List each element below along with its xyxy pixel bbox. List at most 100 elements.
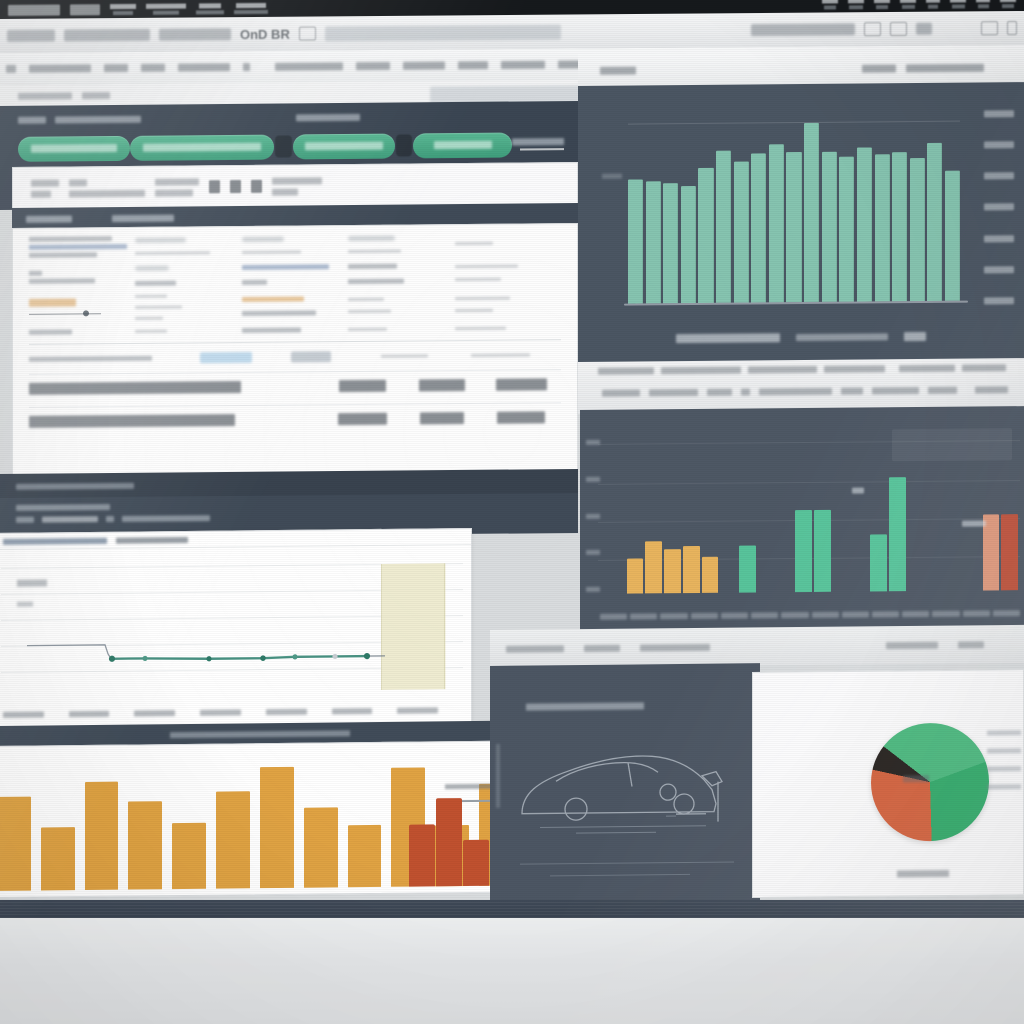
table-row[interactable]	[29, 232, 561, 258]
nav-item-3[interactable]	[141, 63, 165, 72]
table-row[interactable]	[29, 262, 561, 287]
tab-group-2[interactable]	[159, 28, 231, 41]
mixed-header-item-5[interactable]	[899, 364, 955, 373]
profile-icon[interactable]	[890, 21, 907, 37]
mixed-bar-value-label-2	[962, 520, 986, 527]
filter-field-3[interactable]	[155, 177, 199, 197]
table-cell	[348, 297, 454, 314]
tab-group-1[interactable]	[64, 28, 150, 42]
table-row[interactable]	[29, 291, 561, 321]
nav-item-2[interactable]	[104, 63, 128, 73]
bar	[892, 152, 908, 302]
tab-strip-note[interactable]	[512, 138, 564, 151]
bar	[804, 123, 820, 303]
mixed-header-item-4[interactable]	[824, 365, 886, 373]
os-window-controls[interactable]	[70, 3, 100, 15]
list-item[interactable]	[765, 699, 907, 700]
lower-bar-label-5	[958, 640, 984, 649]
bar	[664, 548, 681, 594]
os-label-4[interactable]	[234, 2, 268, 14]
menu-icon[interactable]	[1007, 21, 1017, 36]
back-forward-controls[interactable]	[7, 29, 55, 42]
bar	[874, 154, 890, 302]
os-bar-spacer	[278, 4, 812, 8]
green-chart-action-2[interactable]	[906, 63, 984, 72]
os-right-icon-6[interactable]	[950, 0, 966, 9]
tab-4[interactable]	[413, 132, 512, 158]
tab-1[interactable]	[18, 135, 131, 162]
nav-item-8[interactable]	[403, 61, 445, 70]
mixed-chart-legend	[892, 428, 1012, 462]
nav-item-9[interactable]	[458, 61, 488, 70]
mixed-bar-value-label	[852, 487, 864, 494]
x-tick	[600, 613, 628, 620]
address-bar[interactable]	[324, 24, 561, 41]
nav-item-7[interactable]	[356, 61, 390, 71]
mixed-header-item-6[interactable]	[961, 364, 1007, 372]
list-item[interactable]	[765, 699, 907, 700]
table-cell	[241, 327, 348, 333]
mixed-chart-header	[578, 358, 1024, 414]
green-bar-chart-plot	[628, 113, 961, 304]
os-right-icon-7[interactable]	[976, 0, 990, 8]
mixed-chart-x-axis	[600, 610, 1021, 624]
tab-2[interactable]	[130, 134, 275, 161]
share-icon[interactable]	[941, 22, 951, 36]
building-icon-3[interactable]	[251, 179, 262, 193]
y-tick	[984, 297, 1014, 305]
bar	[909, 158, 925, 302]
y-tick	[586, 439, 600, 445]
table-row[interactable]	[29, 402, 561, 440]
bookmark-icon[interactable]	[864, 22, 881, 37]
table-cell	[135, 329, 241, 333]
nav-item-10[interactable]	[501, 60, 545, 70]
table-cell	[241, 236, 348, 254]
os-right-icon-2[interactable]	[848, 0, 864, 9]
nav-item-6[interactable]	[275, 62, 343, 71]
bar	[821, 151, 837, 302]
line-chart-meta	[116, 536, 188, 544]
nav-item-0[interactable]	[6, 64, 16, 73]
os-label-1[interactable]	[110, 3, 136, 15]
x-tick	[134, 710, 200, 725]
list-item[interactable]	[765, 699, 907, 700]
breadcrumb-item-2[interactable]	[82, 91, 110, 99]
os-right-icon-4[interactable]	[900, 0, 916, 9]
building-icon[interactable]	[209, 180, 220, 194]
nav-item-4[interactable]	[178, 63, 230, 72]
os-right-icon-1[interactable]	[822, 0, 838, 10]
breadcrumb-item-1[interactable]	[18, 91, 72, 100]
mixed-header-item-3[interactable]	[748, 365, 818, 374]
line-chart-title	[3, 537, 107, 545]
mixed-header-item-2[interactable]	[660, 366, 742, 375]
x-tick	[265, 708, 332, 723]
table-row[interactable]	[29, 325, 561, 335]
line-chart-controls[interactable]	[16, 512, 562, 523]
table-cell	[29, 412, 323, 433]
nav-item-5[interactable]	[243, 63, 250, 72]
building-icon-2[interactable]	[230, 180, 241, 194]
os-right-icon-3[interactable]	[874, 0, 890, 9]
os-label-2[interactable]	[146, 3, 186, 15]
panel-title	[18, 116, 46, 124]
green-chart-action-1[interactable]	[862, 64, 896, 73]
y-tick	[984, 110, 1014, 118]
table-row[interactable]	[29, 369, 561, 407]
filter-field-2[interactable]	[69, 178, 145, 198]
filter-field-1[interactable]	[31, 179, 59, 198]
cart-icon[interactable]	[960, 21, 972, 35]
list-item[interactable]	[765, 699, 907, 700]
mixed-header-item-1[interactable]	[598, 367, 654, 375]
tab-3[interactable]	[292, 133, 396, 159]
list-item[interactable]	[765, 699, 907, 700]
os-app-menu[interactable]	[8, 4, 60, 16]
os-right-icon-5[interactable]	[926, 0, 940, 9]
nav-item-1[interactable]	[29, 64, 91, 73]
refresh-icon[interactable]	[298, 26, 316, 41]
table-cell	[482, 377, 561, 396]
table-cell	[348, 327, 454, 332]
window-icon[interactable]	[981, 21, 998, 36]
table-cell	[348, 263, 454, 285]
os-label-3[interactable]	[196, 2, 224, 14]
os-right-icon-8[interactable]	[1000, 0, 1016, 8]
